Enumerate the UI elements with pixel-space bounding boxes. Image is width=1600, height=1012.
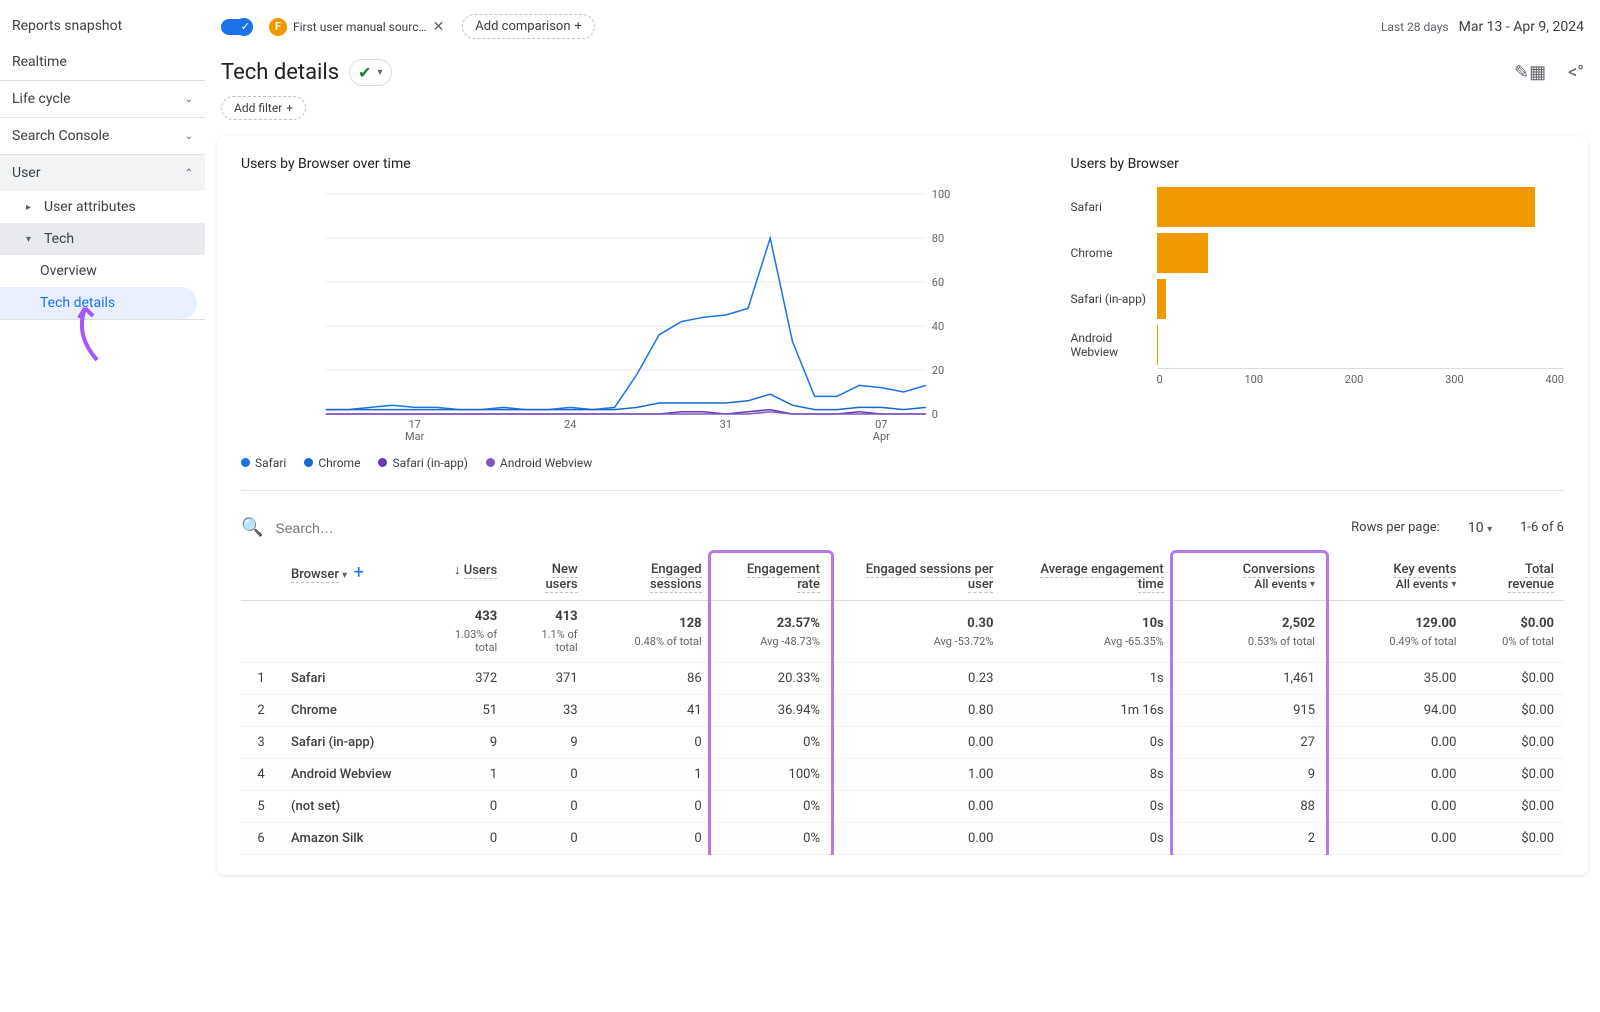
col-engaged-sessions[interactable]: Engaged sessions [588,554,712,601]
table-row[interactable]: 6Amazon Silk0000%0.000s20.00$0.00 [241,823,1564,855]
segment-chip[interactable]: F First user manual sourc… ✕ [261,15,452,39]
add-dimension-icon[interactable]: + [354,562,364,583]
svg-text:80: 80 [932,232,944,245]
table-row[interactable]: 5(not set)0000%0.000s880.00$0.00 [241,791,1564,823]
col-key-events[interactable]: Key eventsAll events ▾ [1325,554,1466,601]
col-avg-engagement-time[interactable]: Average engagement time [1003,554,1173,601]
add-comparison-button[interactable]: Add comparison+ [462,14,595,39]
page-title: Tech details [221,60,339,85]
chevron-down-icon: ▾ [342,570,347,581]
svg-text:Mar: Mar [405,430,425,443]
chevron-down-icon: ⌄ [185,131,193,142]
segment-badge: F [269,18,287,36]
comparison-toggle[interactable]: ✓ [221,19,251,35]
sidebar: Reports snapshot Realtime Life cycle⌄ Se… [0,0,205,875]
chevron-down-icon: ⌄ [185,94,193,105]
data-table: Browser ▾ + ↓ Users New users Engaged se… [241,554,1564,855]
col-engagement-rate[interactable]: Engagement rate [712,554,830,601]
col-new-users[interactable]: New users [507,554,587,601]
triangle-right-icon: ▸ [26,202,36,213]
sidebar-item-realtime[interactable]: Realtime [0,44,205,80]
main-content: ✓ F First user manual sourc… ✕ Add compa… [205,0,1600,875]
check-circle-icon: ✔ [358,63,371,82]
sidebar-item-tech-details[interactable]: Tech details [0,287,197,319]
bar-chart: SafariChromeSafari (in-app)Android Webvi… [1071,184,1564,386]
line-chart: 02040608010017Mar243107Apr [241,184,1031,448]
col-engaged-sessions-per-user[interactable]: Engaged sessions per user [830,554,1003,601]
table-row[interactable]: 2Chrome51334136.94%0.801m 16s91594.00$0.… [241,695,1564,727]
pagination-range: 1-6 of 6 [1520,520,1564,535]
bar-chart-title: Users by Browser [1071,156,1564,172]
date-range-picker[interactable]: Mar 13 - Apr 9, 2024 [1459,19,1584,35]
conversions-filter[interactable]: All events ▾ [1254,577,1315,591]
triangle-down-icon: ▾ [26,234,36,245]
search-input[interactable] [275,520,1339,536]
svg-text:60: 60 [932,276,944,289]
table-row[interactable]: 3Safari (in-app)9900%0.000s270.00$0.00 [241,727,1564,759]
chart-legend: SafariChromeSafari (in-app)Android Webvi… [241,456,1031,470]
top-bar: ✓ F First user manual sourc… ✕ Add compa… [217,0,1588,53]
chevron-down-icon: ▾ [1451,579,1456,590]
share-icon[interactable]: <° [1568,62,1584,83]
table-row[interactable]: 1Safari3723718620.33%0.231s1,46135.00$0.… [241,663,1564,695]
customize-report-icon[interactable]: ✎▦ [1514,62,1546,83]
col-users[interactable]: ↓ Users [421,554,507,601]
key-events-filter[interactable]: All events ▾ [1396,577,1457,591]
chevron-down-icon: ▾ [378,67,383,78]
plus-icon: + [575,19,582,34]
status-badge[interactable]: ✔ ▾ [349,59,391,86]
sidebar-item-life-cycle[interactable]: Life cycle⌄ [0,81,205,117]
chevron-up-icon: ⌃ [185,168,193,179]
close-icon[interactable]: ✕ [433,19,445,35]
svg-text:0: 0 [932,408,938,421]
sidebar-item-user-attributes[interactable]: ▸User attributes [0,191,205,223]
svg-text:24: 24 [564,418,576,431]
sidebar-item-overview[interactable]: Overview [0,255,197,287]
svg-text:100: 100 [932,188,951,201]
chevron-down-icon: ▾ [1487,524,1492,535]
sidebar-item-user[interactable]: User⌃ [0,155,205,191]
add-filter-button[interactable]: Add filter+ [221,96,306,120]
search-icon: 🔍 [241,517,263,538]
line-chart-title: Users by Browser over time [241,156,1031,172]
plus-icon: + [286,101,293,115]
sidebar-item-search-console[interactable]: Search Console⌄ [0,118,205,154]
dimension-header[interactable]: Browser ▾ + [281,554,421,601]
svg-text:20: 20 [932,364,944,377]
col-conversions[interactable]: ConversionsAll events ▾ [1174,554,1325,601]
chevron-down-icon: ▾ [1310,579,1315,590]
col-total-revenue[interactable]: Total revenue [1466,554,1564,601]
sidebar-item-reports-snapshot[interactable]: Reports snapshot [0,8,205,44]
svg-text:40: 40 [932,320,944,333]
rows-per-page-label: Rows per page: [1351,520,1440,535]
sidebar-item-tech[interactable]: ▾Tech [0,223,205,255]
svg-text:Apr: Apr [873,430,890,443]
table-row[interactable]: 4Android Webview101100%1.008s90.00$0.00 [241,759,1564,791]
rows-per-page-select[interactable]: 10 ▾ [1468,520,1492,536]
svg-text:31: 31 [720,418,732,431]
date-preset-label: Last 28 days [1381,20,1449,34]
